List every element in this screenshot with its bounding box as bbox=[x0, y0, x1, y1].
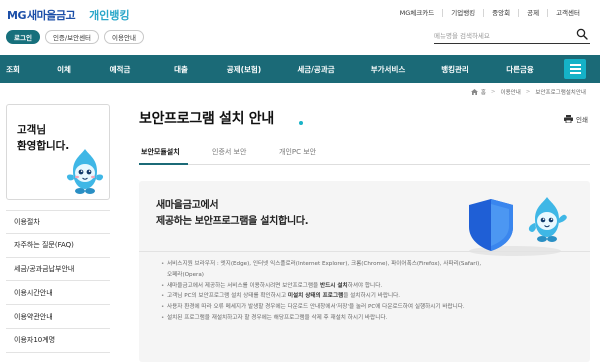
nav-transfer[interactable]: 이체 bbox=[46, 55, 82, 83]
header-pills: 로그인 인증/보안센터 이용안내 bbox=[6, 30, 144, 44]
nav-taxes[interactable]: 세금/공과금 bbox=[288, 55, 344, 83]
note-text: 하셔야 합니다. bbox=[347, 282, 383, 289]
util-link-insurance[interactable]: 공제 bbox=[518, 9, 547, 17]
nav-banking-management[interactable]: 뱅킹관리 bbox=[434, 55, 476, 83]
main-nav: 조회 이체 예적금 대출 공제(보험) 세금/공과금 부가서비스 뱅킹관리 다른… bbox=[0, 55, 600, 83]
home-icon[interactable] bbox=[470, 89, 478, 95]
note-emphasis: 미설치 상태의 프로그램 bbox=[287, 293, 344, 300]
breadcrumb: 홈 > 이용안내 > 보안프로그램설치안내 bbox=[470, 88, 586, 96]
sidebar-item-procedure[interactable]: 이용절차 bbox=[6, 210, 110, 234]
breadcrumb-home[interactable]: 홈 bbox=[481, 88, 486, 96]
note-text: 새마을금고에서 제공하는 서비스를 이용하시려면 보안프로그램을 bbox=[167, 282, 320, 289]
sidebar-item-tax-payment[interactable]: 세금/공과금납부안내 bbox=[6, 258, 110, 282]
search-icon[interactable] bbox=[576, 28, 588, 40]
nav-other-finance[interactable]: 다른금융 bbox=[500, 55, 540, 83]
note-emphasis: 반드시 설치 bbox=[320, 282, 348, 289]
usage-guide-button[interactable]: 이용안내 bbox=[104, 30, 144, 44]
breadcrumb-separator-icon: > bbox=[490, 89, 496, 95]
sidebar-menu: 이용절차 자주하는 질문(FAQ) 세금/공과금납부안내 이용시간안내 이용약관… bbox=[6, 210, 110, 353]
security-center-button[interactable]: 인증/보안센터 bbox=[44, 30, 100, 44]
content-tabs: 보안모듈설치 인증서 보안 개인PC 보안 bbox=[139, 143, 590, 165]
page-title: 보안프로그램 설치 안내 bbox=[139, 111, 274, 127]
login-button[interactable]: 로그인 bbox=[6, 30, 40, 44]
tab-pc-security[interactable]: 개인PC 보안 bbox=[279, 147, 316, 157]
note-item: 새마을금고에서 제공하는 서비스를 이용하시려면 보안프로그램을 반드시 설치하… bbox=[161, 281, 581, 292]
util-link-customer-center[interactable]: 고객센터 bbox=[547, 9, 588, 17]
breadcrumb-separator-icon: > bbox=[525, 89, 531, 95]
note-text: 오페라(Opera) bbox=[167, 271, 204, 278]
note-item: 고객님 PC의 보안프로그램 설치 상태를 확인하시고 미설치 상태의 프로그램… bbox=[161, 291, 581, 302]
nav-loans[interactable]: 대출 bbox=[166, 55, 196, 83]
security-shield-mascot-icon bbox=[469, 197, 567, 256]
welcome-line-2: 환영합니다. bbox=[17, 140, 70, 152]
util-link-corporate-banking[interactable]: 기업뱅킹 bbox=[442, 9, 483, 17]
sidebar-item-ten-rules[interactable]: 이용자10계명 bbox=[6, 329, 110, 353]
menu-search[interactable]: 메뉴명을 검색하세요 bbox=[434, 26, 590, 44]
tab-security-module[interactable]: 보안모듈설치 bbox=[141, 147, 180, 157]
note-text: 서비스지원 브라우저 : 엣지(Edge), 인터넷 익스플로러(Interne… bbox=[167, 261, 482, 267]
lead-line-1: 새마을금고에서 bbox=[156, 200, 219, 211]
welcome-line-1: 고객님 bbox=[17, 124, 46, 136]
nav-inquiry[interactable]: 조회 bbox=[0, 55, 26, 83]
logo-mg: MG bbox=[7, 9, 26, 22]
breadcrumb-current: 보안프로그램설치안내 bbox=[535, 90, 586, 96]
note-item: 설치된 프로그램을 재설치하고자 할 경우에는 해당프로그램을 삭제 후 재설치… bbox=[161, 313, 581, 324]
sidebar-item-faq[interactable]: 자주하는 질문(FAQ) bbox=[6, 234, 110, 258]
welcome-text: 고객님 환영합니다. bbox=[17, 122, 69, 154]
install-notes: 서비스지원 브라우저 : 엣지(Edge), 인터넷 익스플로러(Interne… bbox=[161, 259, 581, 324]
personal-banking-label[interactable]: 개인뱅킹 bbox=[89, 7, 129, 23]
panel-divider bbox=[139, 251, 590, 252]
sidebar-item-terms[interactable]: 이용약관안내 bbox=[6, 305, 110, 329]
print-label: 인쇄 bbox=[576, 116, 588, 124]
utility-links: MG체크카드 기업뱅킹 중앙회 공제 고객센터 bbox=[392, 9, 588, 17]
lead-line-2: 제공하는 보안프로그램을 설치합니다. bbox=[156, 216, 309, 227]
note-item: 사용자 환경에 따라 오류 메세지가 발생할 경우에는 다운로드 안내창에서'저… bbox=[161, 302, 581, 313]
install-info-panel: 새마을금고에서 제공하는 보안프로그램을 설치합니다. 서비스지원 브라우저 :… bbox=[139, 181, 590, 362]
mascot-icon bbox=[66, 149, 104, 194]
util-link-federation[interactable]: 중앙회 bbox=[483, 9, 518, 17]
note-text: 을 설치하시기 바랍니다. bbox=[343, 293, 401, 300]
search-input[interactable]: 메뉴명을 검색하세요 bbox=[434, 30, 490, 40]
note-text: 고객님 PC의 보안프로그램 설치 상태를 확인하시고 bbox=[167, 293, 288, 300]
logo-name: 새마을금고 bbox=[26, 9, 76, 22]
note-item: 서비스지원 브라우저 : 엣지(Edge), 인터넷 익스플로러(Interne… bbox=[161, 259, 581, 270]
nav-insurance[interactable]: 공제(보험) bbox=[218, 55, 270, 83]
printer-icon bbox=[564, 115, 574, 123]
nav-deposits[interactable]: 예적금 bbox=[100, 55, 140, 83]
note-text: 사용자 환경에 따라 오류 메세지가 발생할 경우에는 다운로드 안내창에서'저… bbox=[167, 304, 465, 311]
welcome-card: 고객님 환영합니다. bbox=[6, 104, 110, 200]
breadcrumb-usage-guide[interactable]: 이용안내 bbox=[501, 88, 521, 96]
title-accent-dot bbox=[299, 121, 303, 125]
install-lead-text: 새마을금고에서 제공하는 보안프로그램을 설치합니다. bbox=[156, 198, 309, 230]
active-tab-indicator bbox=[139, 163, 188, 165]
tab-certificate-security[interactable]: 인증서 보안 bbox=[212, 147, 246, 157]
sidebar-item-hours[interactable]: 이용시간안내 bbox=[6, 281, 110, 306]
nav-extra-services[interactable]: 부가서비스 bbox=[362, 55, 414, 83]
note-item-continued: 오페라(Opera) bbox=[161, 270, 581, 281]
print-button[interactable]: 인쇄 bbox=[564, 114, 588, 124]
note-text: 설치된 프로그램을 재설치하고자 할 경우에는 해당프로그램을 삭제 후 재설치… bbox=[167, 314, 388, 321]
mg-logo[interactable]: MG 새마을금고 개인뱅킹 bbox=[7, 7, 130, 23]
util-link-check-card[interactable]: MG체크카드 bbox=[392, 9, 443, 17]
hamburger-menu-icon[interactable] bbox=[564, 59, 586, 79]
